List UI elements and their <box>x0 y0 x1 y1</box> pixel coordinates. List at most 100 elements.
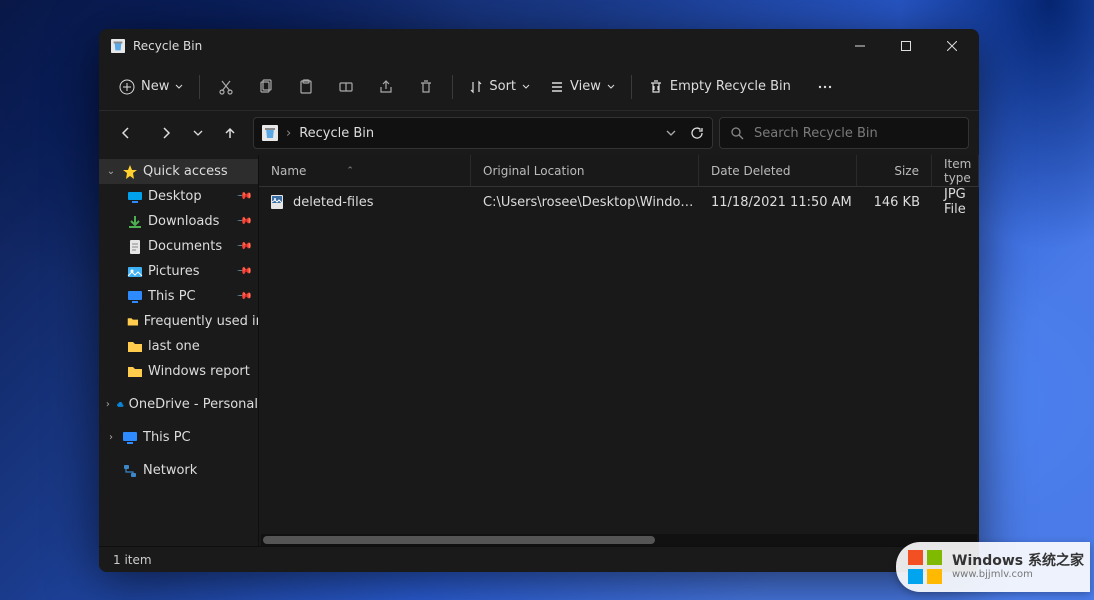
horizontal-scrollbar[interactable] <box>261 534 977 546</box>
body: ⌄ Quick access Desktop 📌 Downloads 📌 Doc… <box>99 155 979 546</box>
search-box[interactable] <box>719 117 969 149</box>
column-header-location[interactable]: Original Location <box>471 155 699 186</box>
file-name: deleted-files <box>293 195 373 210</box>
sidebar-onedrive[interactable]: › OneDrive - Personal <box>99 392 258 417</box>
file-date: 11/18/2021 11:50 AM <box>699 195 857 210</box>
chevron-right-icon: › <box>286 126 291 141</box>
chevron-right-icon: › <box>105 432 117 443</box>
search-input[interactable] <box>754 126 958 141</box>
file-rows: deleted-files C:\Users\rosee\Desktop\Win… <box>259 187 979 534</box>
minimize-button[interactable] <box>837 29 883 63</box>
sidebar-network[interactable]: › Network <box>99 458 258 483</box>
recycle-bin-icon <box>111 39 125 53</box>
sidebar-item-folder[interactable]: Frequently used images <box>99 309 258 334</box>
column-header-type[interactable]: Item type <box>932 155 979 186</box>
copy-button[interactable] <box>248 69 284 105</box>
sort-indicator-icon: ⌃ <box>346 166 354 176</box>
image-file-icon <box>269 194 285 210</box>
back-button[interactable] <box>109 116 143 150</box>
file-explorer-window: Recycle Bin New Sort View <box>99 29 979 572</box>
cut-button[interactable] <box>208 69 244 105</box>
chevron-down-icon <box>522 83 530 91</box>
sidebar-network-label: Network <box>143 463 197 478</box>
sort-button[interactable]: Sort <box>461 69 538 105</box>
empty-recycle-bin-button[interactable]: Empty Recycle Bin <box>640 69 799 105</box>
sidebar-item-pictures[interactable]: Pictures 📌 <box>99 259 258 284</box>
pin-icon: 📌 <box>235 288 252 305</box>
sidebar-item-folder[interactable]: Windows report <box>99 359 258 384</box>
document-icon <box>127 239 143 255</box>
chevron-right-icon: › <box>105 399 111 410</box>
pin-icon: 📌 <box>235 188 252 205</box>
view-button[interactable]: View <box>542 69 623 105</box>
close-button[interactable] <box>929 29 975 63</box>
share-button[interactable] <box>368 69 404 105</box>
thispc-icon <box>127 289 143 305</box>
sidebar-thispc[interactable]: › This PC <box>99 425 258 450</box>
sidebar-quick-access-label: Quick access <box>143 164 228 179</box>
onedrive-icon <box>116 397 124 413</box>
maximize-button[interactable] <box>883 29 929 63</box>
recycle-bin-icon <box>262 125 278 141</box>
navigation-row: › Recycle Bin <box>99 111 979 155</box>
folder-icon <box>127 314 139 330</box>
pin-icon: 📌 <box>235 238 252 255</box>
window-title: Recycle Bin <box>133 39 837 53</box>
sidebar-item-documents[interactable]: Documents 📌 <box>99 234 258 259</box>
new-button-label: New <box>141 79 169 94</box>
recent-locations-button[interactable] <box>189 116 207 150</box>
watermark: Windows 系统之家 www.bjjmlv.com <box>896 542 1090 592</box>
separator <box>631 75 632 99</box>
view-label: View <box>570 79 601 94</box>
sidebar-item-thispc-pinned[interactable]: This PC 📌 <box>99 284 258 309</box>
separator <box>199 75 200 99</box>
chevron-down-icon <box>607 83 615 91</box>
rename-button[interactable] <box>328 69 364 105</box>
column-headers: Name⌃ Original Location Date Deleted Siz… <box>259 155 979 187</box>
address-bar[interactable]: › Recycle Bin <box>253 117 713 149</box>
statusbar: 1 item <box>99 546 979 572</box>
column-header-size[interactable]: Size <box>857 155 932 186</box>
column-header-date[interactable]: Date Deleted <box>699 155 857 186</box>
delete-button[interactable] <box>408 69 444 105</box>
empty-label: Empty Recycle Bin <box>670 79 791 94</box>
pictures-icon <box>127 264 143 280</box>
more-button[interactable] <box>807 69 843 105</box>
pin-icon: 📌 <box>235 263 252 280</box>
breadcrumb-item[interactable]: Recycle Bin <box>299 126 374 141</box>
separator <box>452 75 453 99</box>
search-icon <box>730 126 744 140</box>
sidebar-item-label: Frequently used images <box>144 314 258 329</box>
thispc-icon <box>122 430 138 446</box>
chevron-down-icon: ⌄ <box>105 166 117 177</box>
refresh-button[interactable] <box>690 126 704 140</box>
status-item-count: 1 item <box>113 553 152 567</box>
sidebar-item-downloads[interactable]: Downloads 📌 <box>99 209 258 234</box>
watermark-line1: Windows 系统之家 <box>952 553 1084 570</box>
paste-button[interactable] <box>288 69 324 105</box>
sidebar-item-desktop[interactable]: Desktop 📌 <box>99 184 258 209</box>
watermark-logo-icon <box>906 548 944 586</box>
sidebar-item-label: Pictures <box>148 264 199 279</box>
sidebar-item-label: Windows report <box>148 364 250 379</box>
folder-icon <box>127 364 143 380</box>
new-button[interactable]: New <box>111 69 191 105</box>
download-icon <box>127 214 143 230</box>
sidebar-item-folder[interactable]: last one <box>99 334 258 359</box>
network-icon <box>122 463 138 479</box>
sidebar-item-label: Documents <box>148 239 222 254</box>
desktop-icon <box>127 189 143 205</box>
file-row[interactable]: deleted-files C:\Users\rosee\Desktop\Win… <box>259 187 979 217</box>
sidebar-item-label: This PC <box>148 289 196 304</box>
scrollbar-thumb[interactable] <box>263 536 655 544</box>
file-size: 146 KB <box>857 195 932 210</box>
sidebar-quick-access[interactable]: ⌄ Quick access <box>99 159 258 184</box>
column-header-name[interactable]: Name⌃ <box>259 155 471 186</box>
file-location: C:\Users\rosee\Desktop\Windows report\..… <box>471 195 699 210</box>
forward-button[interactable] <box>149 116 183 150</box>
file-type: JPG File <box>932 187 979 217</box>
up-button[interactable] <box>213 116 247 150</box>
chevron-down-icon[interactable] <box>666 128 676 138</box>
pin-icon: 📌 <box>235 213 252 230</box>
watermark-line2: www.bjjmlv.com <box>952 569 1084 581</box>
